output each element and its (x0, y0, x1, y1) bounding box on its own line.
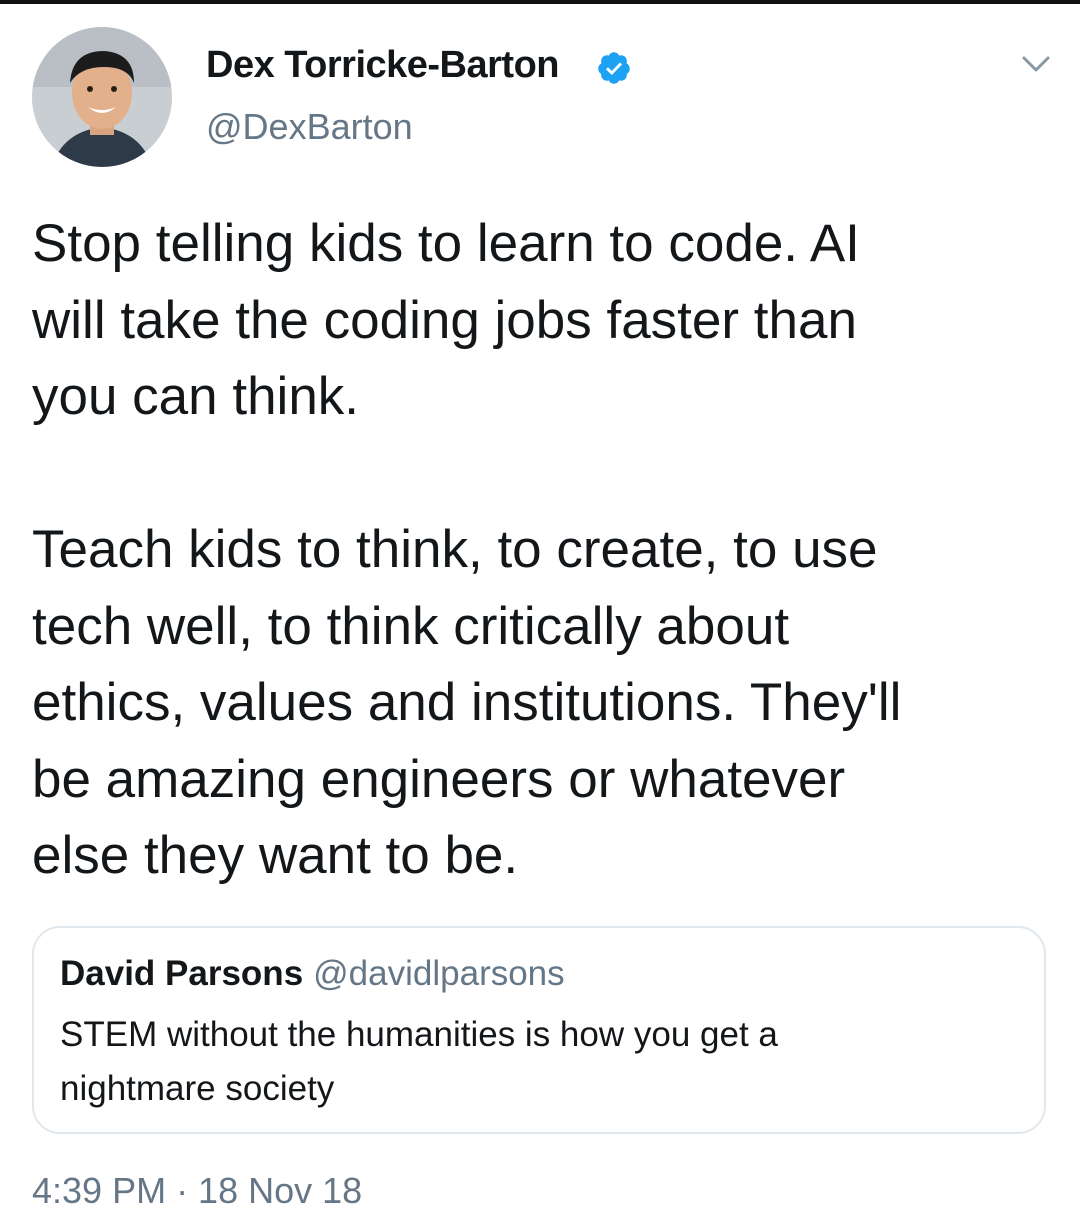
author-display-name[interactable]: Dex Torricke-Barton (206, 44, 560, 87)
top-edge-divider (0, 0, 1080, 4)
tweet-text: Stop telling kids to learn to code. AI w… (32, 206, 1052, 895)
tweet-line: ethics, values and institutions. They'll (32, 673, 902, 732)
tweet-line: Teach kids to think, to create, to use (32, 520, 878, 579)
avatar[interactable] (32, 27, 172, 167)
tweet-timestamp[interactable]: 4:39 PM · 18 Nov 18 (32, 1170, 362, 1212)
quoted-tweet-card[interactable]: David Parsons @davidlparsons STEM without… (32, 926, 1046, 1134)
tweet-line: will take the coding jobs faster than (32, 290, 857, 350)
quoted-tweet-header: David Parsons @davidlparsons (60, 954, 565, 994)
quoted-tweet-text: STEM without the humanities is how you g… (60, 1008, 1020, 1116)
chevron-down-icon[interactable] (1018, 52, 1054, 76)
tweet-line: else they want to be. (32, 826, 519, 885)
tweet-line: you can think. (32, 367, 360, 426)
quoted-tweet-line: STEM without the humanities is how you g… (60, 1015, 778, 1054)
verified-badge-icon (598, 52, 630, 84)
quoted-author-name: David Parsons (60, 954, 304, 993)
tweet-line: tech well, to think critically about (32, 596, 790, 656)
author-handle[interactable]: @DexBarton (206, 106, 413, 148)
tweet-line: be amazing engineers or whatever (32, 749, 846, 809)
quoted-tweet-line: nightmare society (60, 1069, 335, 1108)
quoted-author-handle: @davidlparsons (313, 954, 565, 993)
tweet-line: Stop telling kids to learn to code. AI (32, 214, 860, 273)
